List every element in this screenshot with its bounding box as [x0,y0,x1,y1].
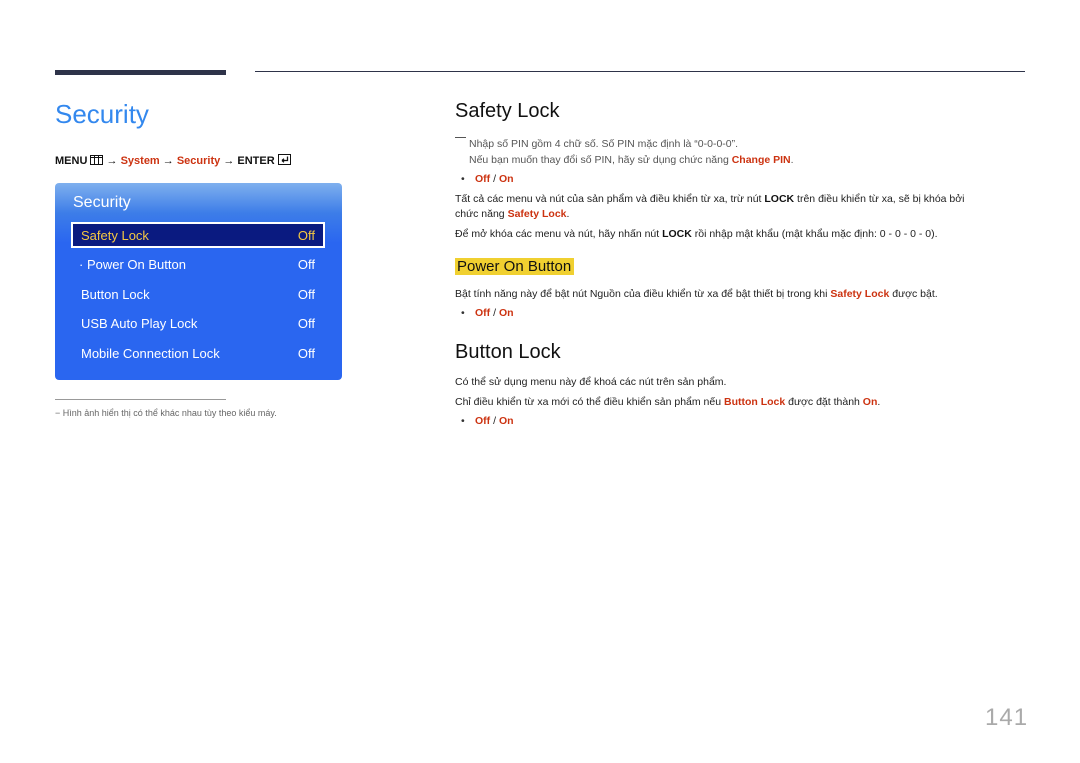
bullet-icon: • [461,173,465,185]
osd-item-value: Off [297,346,315,361]
safety-lock-unlock-instructions: Để mở khóa các menu và nút, hãy nhấn nút… [455,227,938,242]
breadcrumb-arrow: → [223,155,235,167]
note-line: Nếu bạn muốn thay đổi số PIN, hãy sử dụn… [469,154,732,166]
breadcrumb-menu: MENU [55,155,88,167]
power-on-button-description: Bật tính năng này để bật nút Nguồn của đ… [455,287,938,302]
lock-key-label: LOCK [662,228,692,240]
power-on-button-options: • Off / On [461,307,514,319]
note-dash-icon [455,137,466,138]
security-osd-menu: Security Safety Lock Off · Power On Butt… [55,183,342,380]
power-on-button-heading: Power On Button [455,258,575,275]
osd-item-safety-lock[interactable]: Safety Lock Off [71,222,325,248]
option-off: Off [475,173,491,185]
osd-item-label: USB Auto Play Lock [81,316,198,331]
breadcrumb-security: Security [176,155,221,167]
osd-item-mobile-connection-lock[interactable]: Mobile Connection Lock Off [71,341,325,367]
text: . [566,208,570,220]
menu-icon [90,155,104,168]
note-punct: . [790,154,794,166]
footnote: − Hình ảnh hiển thị có thể khác nhau tùy… [55,408,277,418]
osd-item-value: Off [297,228,315,243]
osd-item-label: Mobile Connection Lock [81,346,220,361]
breadcrumb: MENU → System → Security → ENTER [55,154,291,168]
page-number: 141 [985,704,1029,731]
on-ref: On [862,396,878,408]
button-lock-description: Có thể sử dụng menu này để khoá các nút … [455,376,727,388]
safety-lock-note: Nhập số PIN gồm 4 chữ số. Số PIN mặc địn… [455,136,794,168]
option-on: On [498,173,514,185]
safety-lock-heading: Safety Lock [455,100,560,122]
osd-item-usb-auto-play-lock[interactable]: USB Auto Play Lock Off [71,311,325,337]
footnote-divider [55,399,226,400]
osd-item-power-on-button[interactable]: · Power On Button Off [71,252,325,278]
change-pin-link: Change PIN [731,154,791,166]
option-separator: / [490,173,499,185]
osd-item-value: Off [297,316,315,331]
header-rule-thick [55,70,226,75]
button-lock-ref: Button Lock [724,396,786,408]
osd-item-value: Off [297,257,315,272]
text: được đặt thành [785,396,863,408]
safety-lock-ref: Safety Lock [507,208,567,220]
bullet-icon: • [461,307,465,319]
text: . [877,396,881,408]
option-separator: / [490,415,499,427]
option-separator: / [490,307,499,319]
breadcrumb-system: System [120,155,160,167]
text: chức năng [455,208,508,220]
option-on: On [498,415,514,427]
bullet-icon: • [461,415,465,427]
text: Để mở khóa các menu và nút, hãy nhấn nút [455,228,663,240]
osd-item-label: · Power On Button [79,257,186,272]
breadcrumb-enter: ENTER [237,155,275,167]
text: rồi nhập mật khẩu (mật khẩu mặc định: 0 … [691,228,938,240]
osd-title: Security [73,194,131,211]
note-line: Nhập số PIN gồm 4 chữ số. Số PIN mặc địn… [469,138,739,150]
osd-item-label: Safety Lock [81,228,149,243]
option-off: Off [475,415,491,427]
text: Bật tính năng này để bật nút Nguồn của đ… [455,288,831,300]
enter-icon [277,154,291,168]
breadcrumb-arrow: → [106,155,118,167]
text: được bật. [889,288,938,300]
osd-item-button-lock[interactable]: Button Lock Off [71,282,325,308]
button-lock-heading: Button Lock [455,341,561,363]
option-on: On [498,307,514,319]
text: Chỉ điều khiển từ xa mới có thể điều khi… [455,396,724,408]
safety-lock-options: • Off / On [461,173,514,185]
button-lock-options: • Off / On [461,415,514,427]
text: Tất cả các menu và nút của sản phẩm và đ… [455,193,765,205]
safety-lock-description: Tất cả các menu và nút của sản phẩm và đ… [455,192,964,222]
text: trên điều khiển từ xa, sẽ bị khóa bởi [794,193,965,205]
header-rule-thin [255,71,1025,72]
page-title: Security [55,99,149,129]
osd-item-label: Button Lock [81,287,150,302]
button-lock-remote-note: Chỉ điều khiển từ xa mới có thể điều khi… [455,395,880,410]
breadcrumb-arrow: → [162,155,174,167]
safety-lock-ref: Safety Lock [830,288,890,300]
option-off: Off [475,307,491,319]
lock-key-label: LOCK [764,193,795,205]
osd-item-value: Off [297,287,315,302]
